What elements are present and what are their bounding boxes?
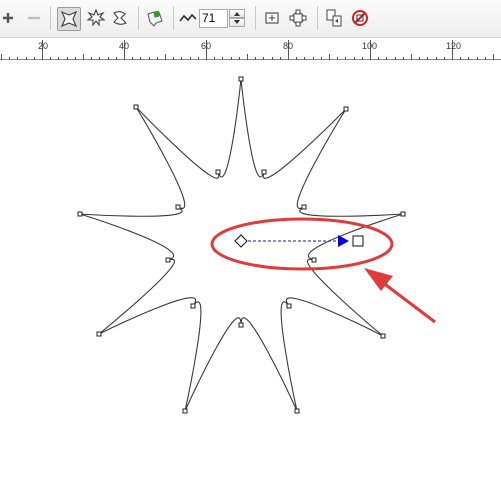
wave-icon: [178, 8, 198, 28]
star-node[interactable]: [301, 204, 307, 210]
star-node[interactable]: [261, 169, 267, 175]
paint-splash-icon[interactable]: [145, 8, 165, 28]
star-node[interactable]: [286, 303, 292, 309]
blue-arrow-icon: [338, 235, 349, 247]
clear-effect-icon[interactable]: [350, 8, 370, 28]
sharpness-handle[interactable]: [234, 234, 364, 248]
complex-star-icon[interactable]: [86, 8, 106, 28]
ruler-label: 60: [201, 41, 212, 51]
stepper-up-button[interactable]: [229, 9, 245, 18]
star-node[interactable]: [96, 331, 102, 337]
star-node[interactable]: [182, 408, 188, 414]
toolbar-separator: [255, 6, 256, 30]
star-shape-icon[interactable]: [57, 7, 81, 31]
star-node[interactable]: [175, 204, 181, 210]
star-node[interactable]: [238, 76, 244, 82]
star-node[interactable]: [311, 257, 317, 263]
ruler-label: 20: [38, 41, 49, 51]
star-node[interactable]: [343, 106, 349, 112]
toolbar-separator: [50, 6, 51, 30]
property-toolbar: 71: [0, 0, 501, 38]
star-node[interactable]: [400, 211, 406, 217]
star-node[interactable]: [380, 333, 386, 339]
star-node[interactable]: [238, 322, 244, 328]
drawing-canvas[interactable]: [0, 60, 501, 476]
ruler-label: 100: [362, 41, 378, 51]
diamond-handle-icon[interactable]: [234, 234, 248, 248]
toolbar-separator: [173, 6, 174, 30]
toolbar-separator: [317, 6, 318, 30]
sharpness-stepper[interactable]: [229, 9, 245, 28]
ruler-label: 120: [446, 41, 462, 51]
stepper-down-button[interactable]: [229, 18, 245, 27]
star-node[interactable]: [77, 211, 83, 217]
ruler-label: 80: [283, 41, 294, 51]
ruler-label: 40: [119, 41, 130, 51]
center-node-icon[interactable]: [262, 8, 282, 28]
horizontal-ruler: 20 40 60 80 100 120: [0, 38, 501, 60]
square-handle-icon[interactable]: [352, 235, 364, 247]
plus-icon[interactable]: [0, 8, 20, 28]
transform-icon[interactable]: [288, 8, 308, 28]
copy-properties-icon[interactable]: [324, 8, 344, 28]
annotation-arrow: [364, 268, 436, 324]
toolbar-separator: [138, 6, 139, 30]
star-node[interactable]: [133, 104, 139, 110]
minus-icon[interactable]: [24, 8, 44, 28]
sharpness-input[interactable]: 71: [199, 9, 228, 28]
star-node[interactable]: [165, 257, 171, 263]
star-node[interactable]: [294, 408, 300, 414]
ruler-ticks: [1, 40, 494, 60]
twist-icon[interactable]: [110, 8, 130, 28]
star-node[interactable]: [215, 169, 221, 175]
star-node[interactable]: [190, 303, 196, 309]
